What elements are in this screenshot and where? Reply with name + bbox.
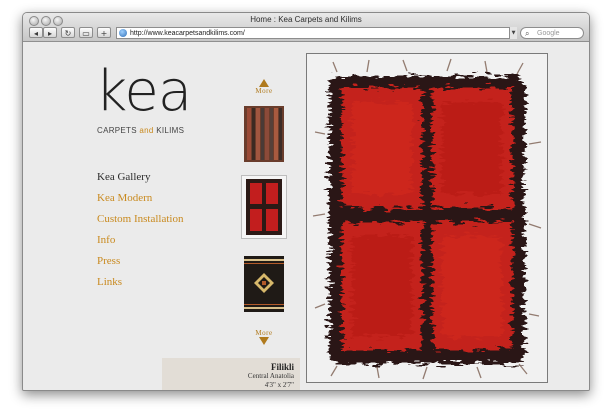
globe-icon <box>119 29 127 37</box>
forward-arrow-icon: ▸ <box>47 29 52 38</box>
search-placeholder: Google <box>537 30 560 37</box>
thumbnail-rug-1[interactable] <box>243 105 285 163</box>
arrow-up-icon <box>259 79 269 87</box>
rug-region: Central Anatolia <box>247 372 294 380</box>
rug-size: 4'3" x 2'7" <box>264 381 294 389</box>
rug-thumbnail-striped <box>244 106 284 162</box>
logo-tagline-and: and <box>139 126 154 135</box>
thumbnail-rug-2[interactable] <box>241 175 287 239</box>
more-down-button[interactable]: More <box>253 329 275 345</box>
nav-press[interactable]: Press <box>97 255 120 267</box>
logo-wordmark[interactable]: kea <box>95 64 192 120</box>
thumbnail-rug-3[interactable] <box>243 255 285 313</box>
logo-tagline-right: KILIMS <box>153 126 185 135</box>
rug-thumbnail-filikli <box>246 179 282 235</box>
nav-kea-gallery[interactable]: Kea Gallery <box>97 171 150 183</box>
window-title: Home : Kea Carpets and Kilims <box>250 15 362 24</box>
nav-kea-modern[interactable]: Kea Modern <box>97 192 152 204</box>
more-up-button[interactable]: More <box>253 79 275 95</box>
browser-chrome: Home : Kea Carpets and Kilims ◂ ▸ ↻ ▭ + … <box>23 13 589 42</box>
logo-tagline-left: CARPETS <box>97 126 140 135</box>
rug-thumbnail-kilim <box>244 256 284 312</box>
bookmarks-icon: ▭ <box>82 29 90 38</box>
search-input[interactable]: ⌕ Google <box>520 27 584 39</box>
back-arrow-icon: ◂ <box>33 29 38 38</box>
reload-button[interactable]: ↻ <box>61 27 75 38</box>
more-down-label: More <box>255 329 273 337</box>
arrow-down-icon <box>259 337 269 345</box>
search-icon: ⌕ <box>525 29 530 38</box>
plus-icon: + <box>100 29 108 38</box>
address-bar[interactable]: http://www.keacarpetsandkilims.com/ ▼ <box>116 27 517 39</box>
bookmarks-button[interactable]: ▭ <box>79 27 93 38</box>
filikli-rug-image <box>312 58 542 380</box>
add-bookmark-button[interactable]: + <box>97 27 111 38</box>
browser-window: Home : Kea Carpets and Kilims ◂ ▸ ↻ ▭ + … <box>22 12 590 391</box>
main-rug-image <box>306 53 548 383</box>
rug-title: Filikli <box>270 362 294 372</box>
nav-custom-installation[interactable]: Custom Installation <box>97 213 183 225</box>
nav-links[interactable]: Links <box>97 276 122 288</box>
web-page: kea CARPETS and KILIMS Kea Gallery Kea M… <box>23 42 589 390</box>
forward-button[interactable]: ▸ <box>43 27 57 38</box>
url-text: http://www.keacarpetsandkilims.com/ <box>130 30 245 37</box>
back-button[interactable]: ◂ <box>29 27 43 38</box>
logo-tagline: CARPETS and KILIMS <box>97 126 184 135</box>
reload-icon: ↻ <box>64 29 72 38</box>
rug-caption: Filikli Central Anatolia 4'3" x 2'7" <box>162 358 300 390</box>
nav-info[interactable]: Info <box>97 234 115 246</box>
more-up-label: More <box>255 87 273 95</box>
url-dropdown-icon[interactable]: ▼ <box>509 27 517 39</box>
